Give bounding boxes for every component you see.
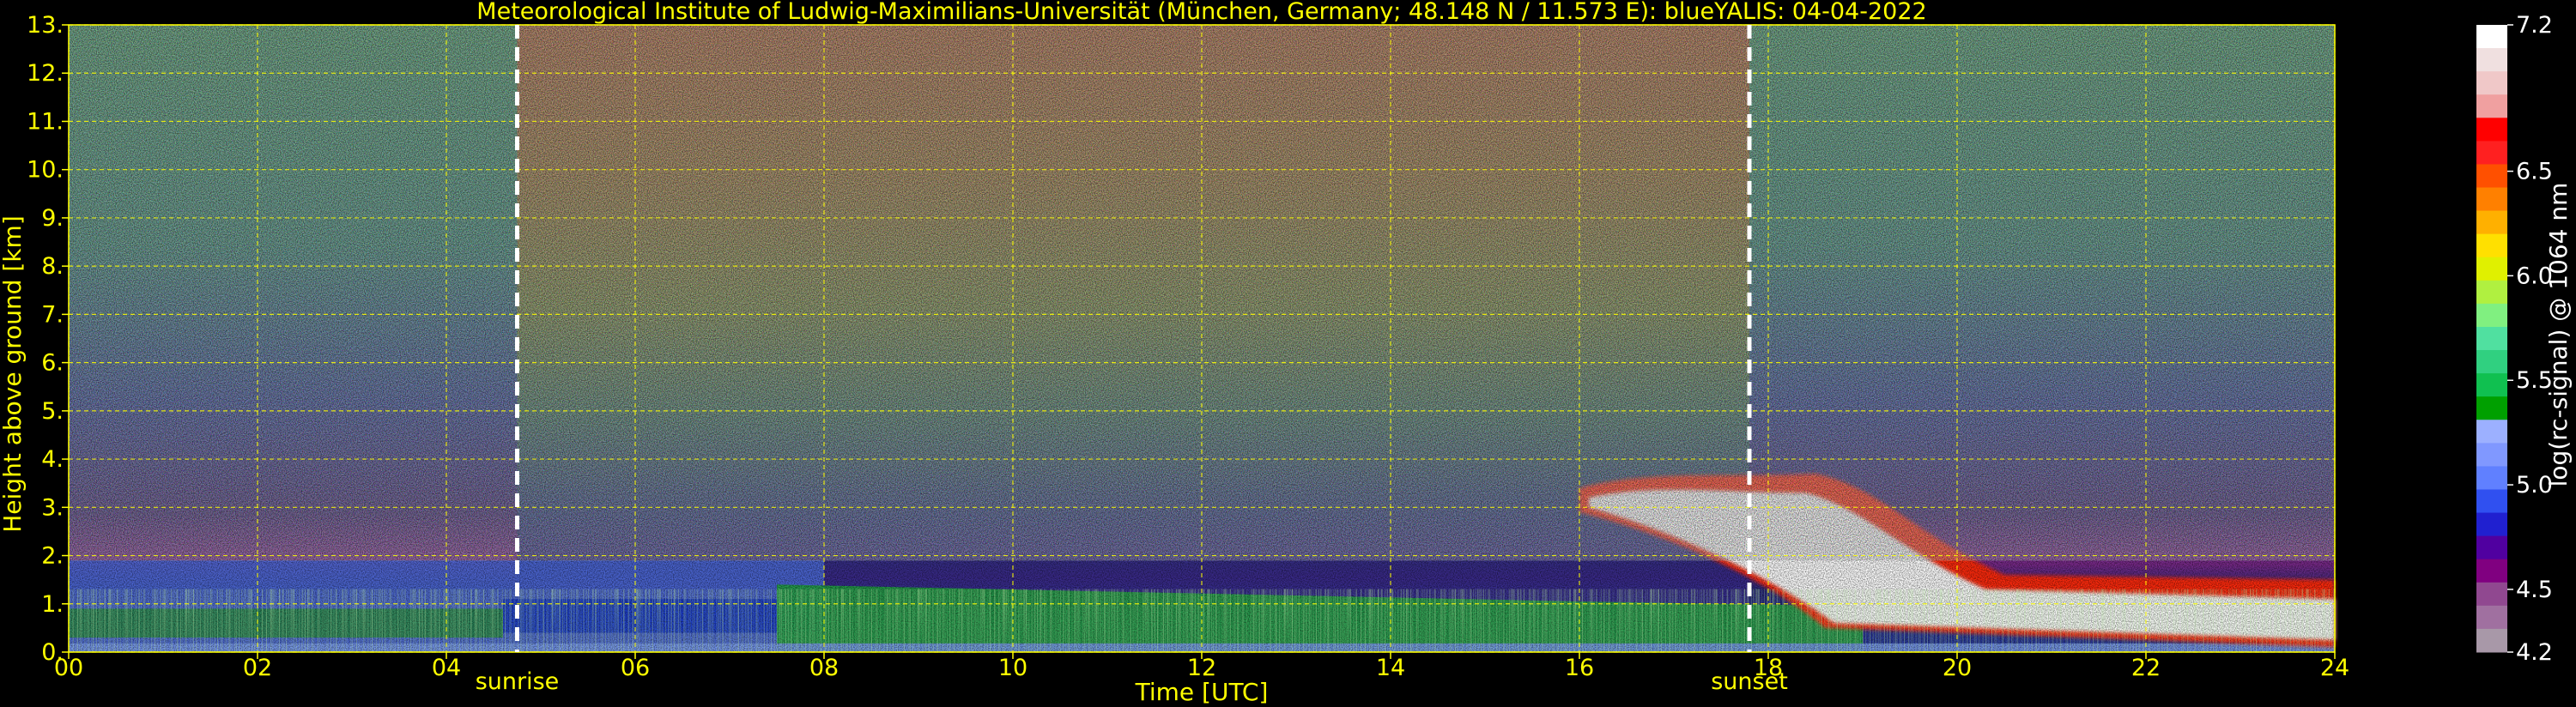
- colorbar-segment: [2476, 164, 2507, 189]
- colorbar-segment: [2476, 257, 2507, 281]
- colorbar-segment: [2476, 443, 2507, 467]
- colorbar-tick-label: 7.2: [2516, 12, 2553, 39]
- y-tick-label: 8.: [41, 253, 64, 280]
- y-tick-label: 0.: [41, 639, 64, 666]
- x-tick-label: 24: [2320, 655, 2349, 681]
- colorbar-segment: [2476, 582, 2507, 607]
- x-tick-label: 02: [243, 655, 272, 681]
- y-tick-label: 5.: [41, 398, 64, 425]
- colorbar-segment: [2476, 71, 2507, 95]
- y-tick-label: 13.: [27, 12, 64, 39]
- colorbar-label: log(rc-signal) @ 1064 nm: [2544, 183, 2573, 487]
- colorbar-segment: [2476, 48, 2507, 72]
- colorbar-segment: [2476, 420, 2507, 444]
- x-tick-label: 08: [809, 655, 839, 681]
- colorbar-tick-label: 4.5: [2516, 577, 2553, 603]
- colorbar-segment: [2476, 605, 2507, 630]
- x-tick-label: 18: [1754, 655, 1783, 681]
- colorbar-segment: [2476, 535, 2507, 560]
- x-tick-label: 04: [432, 655, 461, 681]
- y-tick-label: 6.: [41, 350, 64, 377]
- colorbar-tick-label: 6.5: [2516, 159, 2553, 185]
- x-tick-label: 10: [998, 655, 1027, 681]
- colorbar-segment: [2476, 628, 2507, 653]
- colorbar-segment: [2476, 559, 2507, 583]
- x-tick-label: 20: [1943, 655, 1972, 681]
- x-axis-label: Time [UTC]: [1135, 678, 1269, 706]
- y-tick-label: 12.: [27, 60, 64, 87]
- y-tick-label: 4.: [41, 446, 64, 473]
- x-axis: 00 02 04 06 08 10 12 14 16 18 20 22 24: [54, 652, 2349, 681]
- colorbar-segment: [2476, 512, 2507, 537]
- colorbar-segment: [2476, 489, 2507, 514]
- y-tick-label: 7.: [41, 301, 64, 328]
- y-axis-label: Height above ground [km]: [0, 215, 27, 533]
- y-tick-label: 11.: [27, 108, 64, 135]
- colorbar: 4.24.55.05.56.06.57.2: [2476, 12, 2553, 666]
- y-tick-label: 3.: [41, 494, 64, 521]
- colorbar-segment: [2476, 210, 2507, 235]
- colorbar-segment: [2476, 141, 2507, 165]
- y-tick-label: 10.: [27, 157, 64, 184]
- x-tick-label: 22: [2131, 655, 2161, 681]
- colorbar-segment: [2476, 326, 2507, 351]
- event-label-sunrise: sunrise: [476, 668, 560, 695]
- colorbar-segment: [2476, 396, 2507, 420]
- colorbar-segment: [2476, 233, 2507, 258]
- colorbar-segment: [2476, 373, 2507, 397]
- y-axis: 0. 1. 2. 3. 4. 5. 6. 7. 8. 9. 10. 11. 12. 13.: [27, 12, 69, 666]
- chart-svg: sunrise sunset 00 02 04 06 08 10 12 14 16 18 20 22 24…: [0, 0, 2573, 706]
- chart-root: sunrise sunset 00 02 04 06 08 10 12 14 16 18 20 22 24…: [0, 0, 2576, 707]
- x-tick-label: 06: [621, 655, 650, 681]
- colorbar-segment: [2476, 350, 2507, 374]
- colorbar-segment: [2476, 466, 2507, 490]
- x-tick-label: 14: [1376, 655, 1405, 681]
- colorbar-segment: [2476, 118, 2507, 142]
- colorbar-segment: [2476, 280, 2507, 305]
- colorbar-segment: [2476, 187, 2507, 212]
- colorbar-segment: [2476, 25, 2507, 49]
- colorbar-tick-label: 4.2: [2516, 639, 2553, 666]
- x-tick-label: 16: [1565, 655, 1594, 681]
- y-tick-label: 9.: [41, 205, 64, 232]
- chart-title: Meteorological Institute of Ludwig-Maxim…: [476, 0, 1926, 25]
- y-tick-label: 2.: [41, 543, 64, 570]
- colorbar-segment: [2476, 94, 2507, 118]
- colorbar-segment: [2476, 303, 2507, 328]
- y-tick-label: 1.: [41, 591, 64, 618]
